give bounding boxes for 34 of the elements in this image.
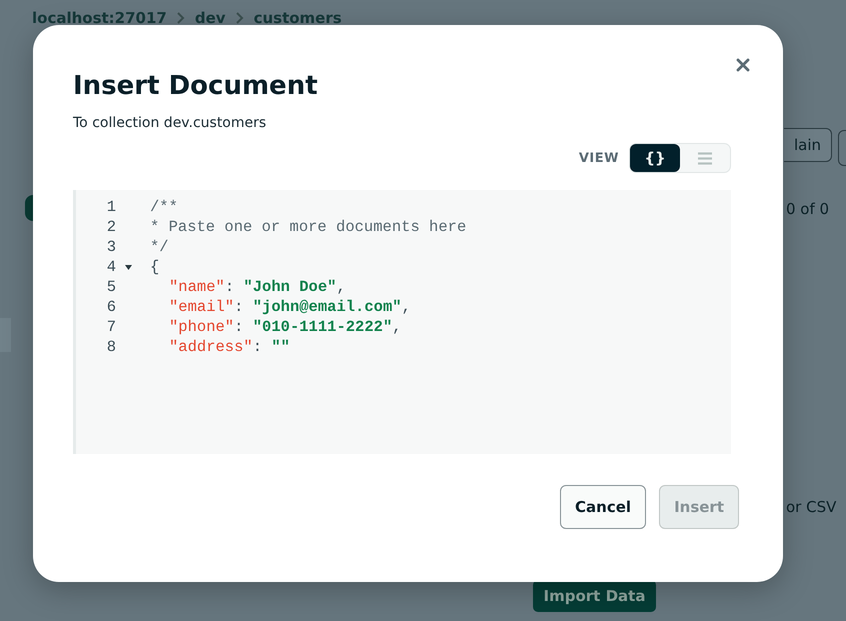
- chevron-icon: [176, 12, 185, 24]
- chevron-icon: [236, 12, 244, 24]
- line-number: 3: [106, 238, 116, 256]
- import-hint: or CSV: [786, 498, 836, 516]
- line-number: 7: [106, 318, 116, 336]
- pagination-text: 0 of 0: [786, 200, 830, 218]
- breadcrumb-link[interactable]: dev: [194, 9, 226, 27]
- import-data-button[interactable]: Import Data: [533, 580, 656, 612]
- code-editor[interactable]: 1 /** 2 * Paste one or more documents here 3 */ 4 { 5 "name": "John Doe", 6 "email": "john@email.com", 7 "phone": "010-1111-2222", 8 "address": "": [73, 190, 731, 454]
- code-line: "address": "": [168, 338, 290, 356]
- view-label: VIEW: [578, 150, 619, 166]
- fold-caret-icon[interactable]: [125, 264, 132, 270]
- code-line: {: [150, 258, 160, 276]
- code-line: */: [150, 238, 169, 256]
- line-number: 2: [106, 218, 116, 236]
- close-icon[interactable]: [736, 58, 750, 72]
- view-option[interactable]: {}: [630, 144, 680, 172]
- dialog-title: Insert Document: [73, 70, 319, 103]
- list-icon: [697, 152, 713, 164]
- code-line: "name": "John Doe",: [168, 278, 346, 296]
- cancel-button[interactable]: Cancel: [560, 485, 646, 529]
- explain-button[interactable]: lain: [784, 128, 832, 162]
- line-number: 8: [106, 338, 116, 356]
- dialog-subtitle: To collection dev.customers: [73, 115, 268, 131]
- breadcrumb-link[interactable]: localhost:27017: [32, 9, 167, 27]
- line-number: 5: [106, 278, 116, 296]
- line-number: 6: [106, 298, 116, 316]
- line-number: 1: [106, 198, 116, 216]
- code-line: "email": "john@email.com",: [168, 298, 411, 316]
- code-line: * Paste one or more documents here: [150, 218, 466, 236]
- code-line: /**: [150, 198, 178, 216]
- breadcrumb-link[interactable]: customers: [254, 9, 342, 27]
- line-number: 4: [106, 258, 116, 276]
- code-line: "phone": "010-1111-2222",: [168, 318, 402, 336]
